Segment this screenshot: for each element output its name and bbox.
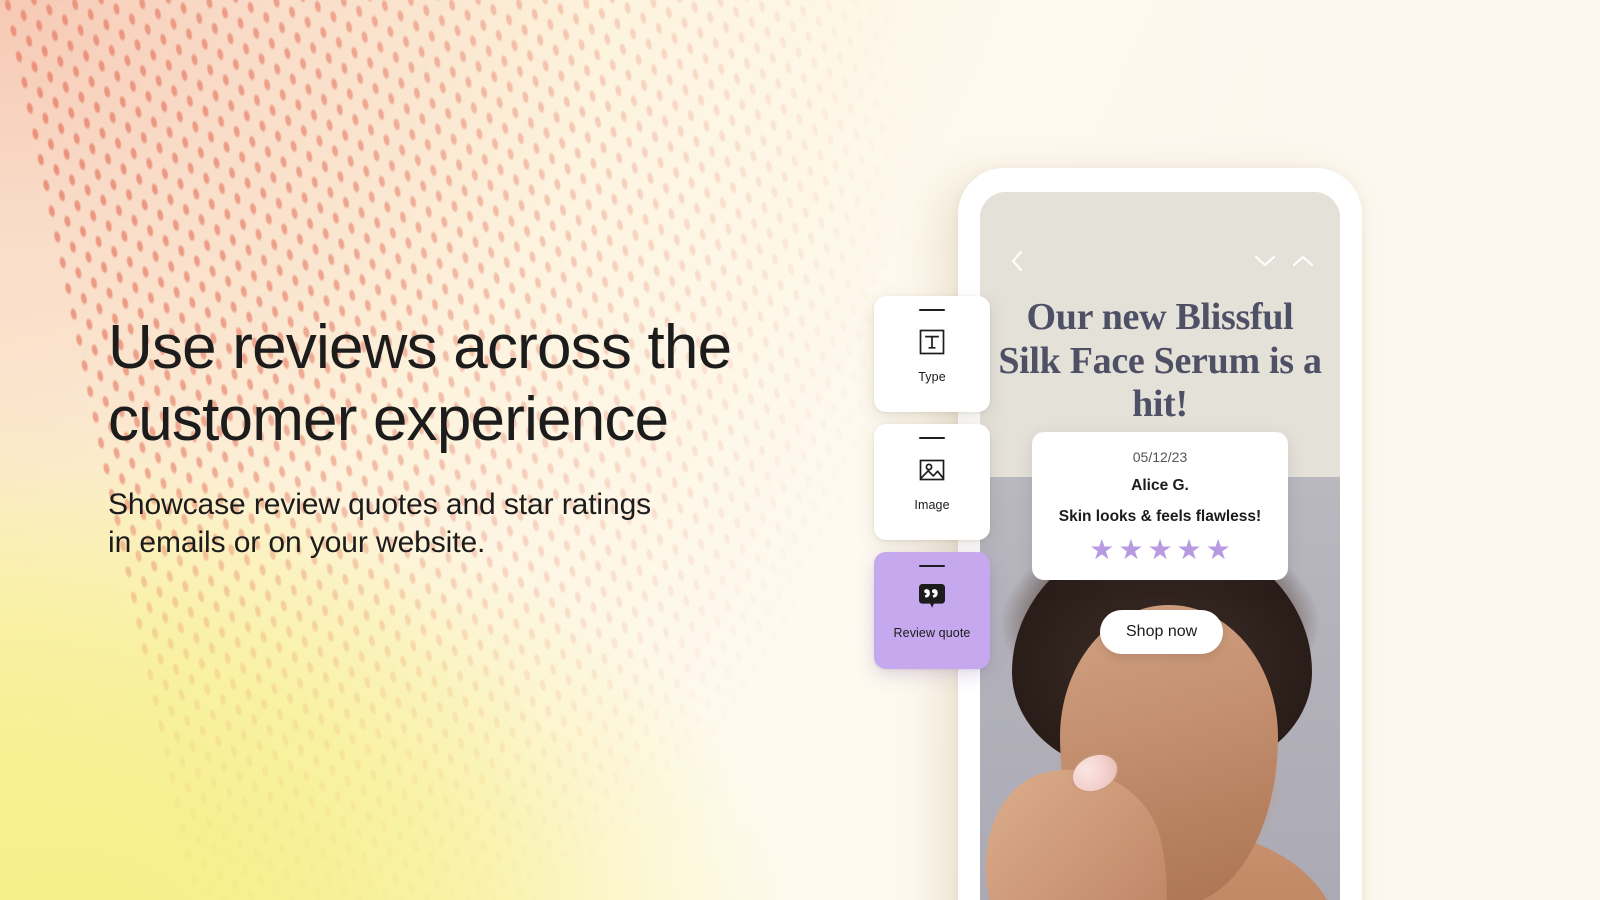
review-quote-card: 05/12/23 Alice G. Skin looks & feels fla… bbox=[1032, 432, 1288, 581]
star-icon: ★ bbox=[1118, 534, 1144, 566]
page-subtitle: Showcase review quotes and star ratings … bbox=[108, 487, 652, 559]
drag-handle-icon[interactable] bbox=[919, 565, 945, 567]
phone-mockup: Our new Blissful Silk Face Serum is a hi… bbox=[958, 168, 1362, 900]
chevron-up-icon[interactable] bbox=[1288, 246, 1318, 276]
chevron-down-icon[interactable] bbox=[1250, 246, 1280, 276]
palette-item-label: Review quote bbox=[893, 626, 971, 640]
image-block-icon bbox=[912, 450, 952, 490]
star-icon: ★ bbox=[1205, 534, 1231, 566]
review-author: Alice G. bbox=[1131, 477, 1189, 494]
star-icon: ★ bbox=[1176, 534, 1202, 566]
drag-handle-icon[interactable] bbox=[919, 437, 945, 439]
drag-handle-icon[interactable] bbox=[919, 309, 945, 311]
hero-copy: Use reviews across the customer experien… bbox=[108, 312, 828, 561]
page-title: Use reviews across the customer experien… bbox=[108, 313, 732, 454]
email-headline: Our new Blissful Silk Face Serum is a hi… bbox=[998, 296, 1322, 426]
chevron-left-icon[interactable] bbox=[1002, 246, 1032, 276]
palette-item-label: Image bbox=[914, 498, 950, 512]
star-icon: ★ bbox=[1089, 534, 1115, 566]
palette-item-type[interactable]: Type bbox=[874, 296, 990, 412]
review-date: 05/12/23 bbox=[1132, 449, 1188, 465]
shop-now-button[interactable]: Shop now bbox=[1100, 610, 1224, 654]
star-rating: ★ ★ ★ ★ ★ bbox=[1046, 536, 1274, 564]
review-quote-block-icon bbox=[912, 578, 952, 618]
block-palette: Type Image Review quote bbox=[874, 296, 990, 681]
star-icon: ★ bbox=[1147, 534, 1173, 566]
palette-item-review-quote[interactable]: Review quote bbox=[874, 552, 990, 669]
type-block-icon bbox=[912, 322, 952, 362]
palette-item-image[interactable]: Image bbox=[874, 424, 990, 540]
review-quote: Skin looks & feels flawless! bbox=[1058, 507, 1262, 525]
marketing-hero: Use reviews across the customer experien… bbox=[0, 0, 1600, 900]
phone-screen: Our new Blissful Silk Face Serum is a hi… bbox=[980, 192, 1340, 900]
palette-item-label: Type bbox=[918, 370, 946, 384]
block-toolbar bbox=[980, 246, 1340, 276]
